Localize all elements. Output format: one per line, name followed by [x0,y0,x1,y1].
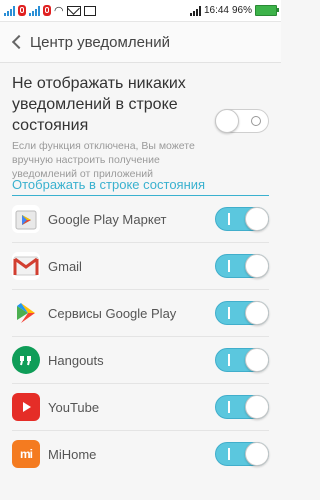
mihome-icon: mi [12,440,40,468]
list-item-label: MiHome [48,446,97,462]
toggle-on-bar-icon [228,448,230,460]
app-toggle[interactable] [215,207,269,231]
app-toggle[interactable] [215,301,269,325]
page-title: Центр уведомлений [30,33,170,51]
youtube-icon [12,393,40,421]
list-item[interactable]: YouTube [12,384,269,431]
status-left: ◠ [4,4,96,17]
list-item[interactable]: Сервисы Google Play [12,290,269,337]
toggle-off-ring-icon [251,116,261,126]
app-list: Google Play Маркет Gmail Сервисы Google … [12,196,269,477]
wifi-icon: ◠ [54,5,64,17]
picture-icon [83,5,96,16]
battery-percent: 96% [231,5,252,16]
mail-icon [66,5,81,16]
toggle-on-bar-icon [228,354,230,366]
toggle-knob [215,109,239,133]
mi-logo-icon: mi [19,447,33,461]
hangouts-icon [12,346,40,374]
app-toggle[interactable] [215,254,269,278]
list-item[interactable]: Hangouts [12,337,269,384]
list-item-label: Google Play Маркет [48,211,167,227]
sim-icon [43,5,51,16]
back-icon[interactable] [10,33,24,51]
master-setting[interactable]: Не отображать никаких уведомлений в стро… [0,63,281,180]
status-bar: ◠ 16:44 96% [0,0,281,22]
signal-icon [189,5,201,16]
status-time: 16:44 [203,5,229,16]
master-setting-description: Если функция отключена, Вы можете вручну… [12,140,195,180]
list-item-label: Gmail [48,258,82,274]
signal-icon [29,5,40,16]
toggle-on-bar-icon [228,260,230,272]
sim-icon [18,5,26,16]
toggle-knob [245,395,269,419]
google-play-store-icon [12,205,40,233]
list-item[interactable]: mi MiHome [12,431,269,477]
app-toggle[interactable] [215,348,269,372]
header: Центр уведомлений [0,22,281,63]
toggle-knob [245,301,269,325]
toggle-on-bar-icon [228,307,230,319]
toggle-knob [245,348,269,372]
google-play-services-icon [12,299,40,327]
list-item-label: Hangouts [48,352,104,368]
toggle-knob [245,254,269,278]
toggle-on-bar-icon [228,213,230,225]
app-toggle[interactable] [215,442,269,466]
app-toggle[interactable] [215,395,269,419]
signal-icon [4,5,15,16]
gmail-icon [12,252,40,280]
toggle-on-bar-icon [228,401,230,413]
master-toggle[interactable] [215,109,269,133]
toggle-knob [245,442,269,466]
list-item[interactable]: Gmail [12,243,269,290]
list-item-label: Сервисы Google Play [48,305,177,321]
master-setting-title: Не отображать никаких уведомлений в стро… [12,75,186,134]
list-item-label: YouTube [48,399,100,415]
list-item[interactable]: Google Play Маркет [12,196,269,243]
toggle-knob [245,207,269,231]
battery-icon [255,5,279,16]
status-right: 16:44 96% [189,5,279,16]
